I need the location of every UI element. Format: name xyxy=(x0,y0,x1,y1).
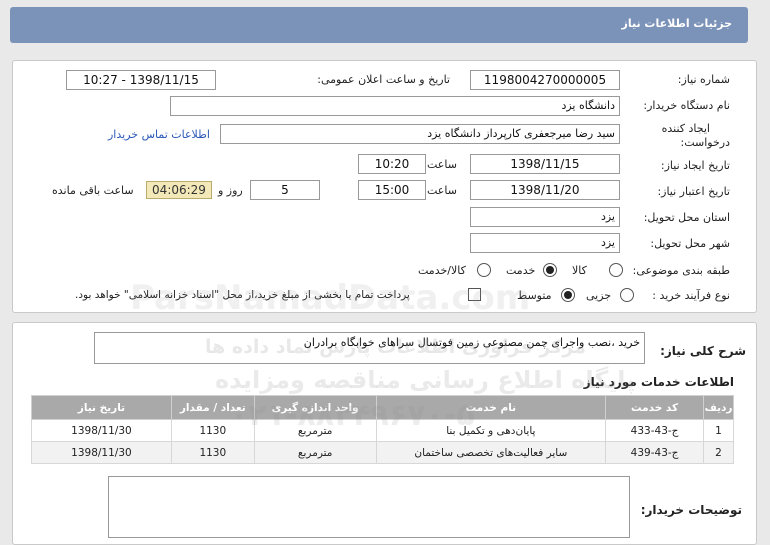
category-option-service: خدمت xyxy=(506,264,536,277)
col-code: کد خدمت xyxy=(605,395,705,420)
category-radio-service[interactable] xyxy=(543,263,557,277)
remaining-label: ساعت باقی مانده xyxy=(52,184,134,197)
validity-time-field[interactable]: 15:00 xyxy=(358,180,426,200)
creator-field[interactable]: سید رضا میرجعفری کارپرداز دانشگاه یزد xyxy=(220,124,620,144)
buyer-notes-label: توضیحات خریدار: xyxy=(640,503,742,517)
created-time-label: ساعت xyxy=(427,158,457,171)
category-label: طبقه بندی موضوعی: xyxy=(632,264,730,277)
cell-unit: مترمربع xyxy=(253,419,377,442)
cell-name: سایر فعالیت‌های تخصصی ساختمان xyxy=(375,441,607,464)
description-label: شرح کلی نیاز: xyxy=(660,344,746,358)
need-number-field[interactable]: 1198004270000005 xyxy=(470,70,620,90)
announce-field[interactable]: 1398/11/15 - 10:27 xyxy=(66,70,216,90)
table-row[interactable]: 2 ج-43-439 سایر فعالیت‌های تخصصی ساختمان… xyxy=(31,441,734,464)
buyer-org-label: نام دستگاه خریدار: xyxy=(643,99,730,112)
days-label: روز و xyxy=(218,184,243,197)
created-date-field[interactable]: 1398/11/15 xyxy=(470,154,620,174)
services-title: اطلاعات خدمات مورد نیاز xyxy=(583,375,734,389)
province-field[interactable]: یزد xyxy=(470,207,620,227)
days-field[interactable]: 5 xyxy=(250,180,320,200)
cell-unit: مترمربع xyxy=(253,441,377,464)
description-field[interactable]: خرید ،نصب واجرای چمن مصنوعی زمین فوتسال … xyxy=(94,332,645,364)
process-option-minor: جزیی xyxy=(586,289,612,302)
city-field[interactable]: یزد xyxy=(470,233,620,253)
creator-label-2: درخواست: xyxy=(680,136,730,149)
buyer-contact-link[interactable]: اطلاعات تماس خریدار xyxy=(108,128,210,141)
col-date: تاریخ نیاز xyxy=(31,395,172,420)
treasury-text: پرداخت تمام یا بخشی از مبلغ خرید،از محل … xyxy=(75,289,410,301)
cell-code: ج-43-433 xyxy=(605,419,705,442)
treasury-checkbox[interactable] xyxy=(468,288,481,301)
process-radio-minor[interactable] xyxy=(620,288,634,302)
created-time-field[interactable]: 10:20 xyxy=(358,154,426,174)
province-label: استان محل تحویل: xyxy=(643,211,730,224)
col-name: نام خدمت xyxy=(375,395,607,420)
validity-label: تاریخ اعتبار نیاز: xyxy=(657,185,730,198)
buyer-org-field[interactable]: دانشگاه یزد xyxy=(170,96,620,116)
cell-date: 1398/11/30 xyxy=(31,441,172,464)
buyer-notes-field[interactable] xyxy=(108,476,630,538)
category-radio-goods[interactable] xyxy=(609,263,623,277)
table-row[interactable]: 1 ج-43-433 پایان‌دهی و تکمیل بنا مترمربع… xyxy=(31,419,734,442)
category-option-goods-service: کالا/خدمت xyxy=(418,264,466,277)
validity-time-label: ساعت xyxy=(427,184,457,197)
cell-row: 1 xyxy=(703,419,734,442)
need-number-label: شماره نیاز: xyxy=(677,73,730,86)
cell-date: 1398/11/30 xyxy=(31,419,172,442)
category-option-goods: کالا xyxy=(572,264,587,277)
remaining-time-badge: 04:06:29 xyxy=(146,181,212,199)
city-label: شهر محل تحویل: xyxy=(650,237,730,250)
process-radio-medium[interactable] xyxy=(561,288,575,302)
cell-name: پایان‌دهی و تکمیل بنا xyxy=(375,419,607,442)
col-qty: تعداد / مقدار xyxy=(170,395,255,420)
announce-label: تاریخ و ساعت اعلان عمومی: xyxy=(317,73,450,86)
col-unit: واحد اندازه گیری xyxy=(253,395,377,420)
services-table: ردیف کد خدمت نام خدمت واحد اندازه گیری ت… xyxy=(31,395,734,464)
page-header: جزئیات اطلاعات نیاز xyxy=(10,7,748,43)
cell-qty: 1130 xyxy=(170,419,255,442)
created-date-label: تاریخ ایجاد نیاز: xyxy=(660,159,730,172)
cell-qty: 1130 xyxy=(170,441,255,464)
process-option-medium: متوسط xyxy=(517,289,552,302)
category-radio-goods-service[interactable] xyxy=(477,263,491,277)
validity-date-field[interactable]: 1398/11/20 xyxy=(470,180,620,200)
creator-label-1: ایجاد کننده xyxy=(661,122,710,135)
cell-row: 2 xyxy=(703,441,734,464)
page-title: جزئیات اطلاعات نیاز xyxy=(621,17,733,30)
cell-code: ج-43-439 xyxy=(605,441,705,464)
process-label: نوع فرآیند خرید : xyxy=(652,289,730,302)
col-row: ردیف xyxy=(703,395,734,420)
